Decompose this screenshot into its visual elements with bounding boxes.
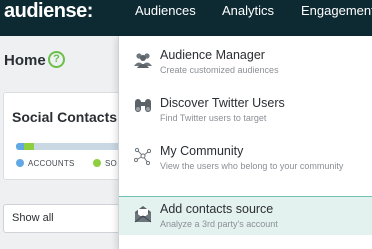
menu-item-title: Add contacts source bbox=[160, 202, 274, 216]
envelope-icon bbox=[134, 206, 152, 223]
nav-audiences[interactable]: Audiences bbox=[135, 0, 196, 22]
nav-analytics[interactable]: Analytics bbox=[222, 0, 274, 22]
menu-item-discover-twitter-users[interactable]: Discover Twitter Users Find Twitter user… bbox=[119, 92, 372, 136]
menu-item-add-contacts-source[interactable]: Add contacts source Analyze a 3rd party'… bbox=[119, 196, 372, 235]
accounts-bar-segment bbox=[16, 143, 25, 150]
menu-item-my-community[interactable]: My Community View the users who belong t… bbox=[119, 140, 372, 194]
social-legend-label: SO bbox=[105, 159, 117, 168]
top-navigation: audiense: Audiences Analytics Engagement bbox=[0, 0, 372, 36]
card-title: Social Contacts bbox=[12, 109, 118, 125]
audiences-dropdown-menu: Audience Manager Create customized audie… bbox=[118, 36, 372, 249]
network-icon bbox=[133, 147, 152, 166]
social-legend-dot bbox=[93, 159, 101, 167]
menu-item-title: My Community bbox=[160, 144, 244, 158]
social-bar-segment bbox=[24, 143, 34, 150]
help-icon[interactable]: ? bbox=[48, 51, 65, 68]
menu-item-title: Discover Twitter Users bbox=[160, 96, 285, 110]
menu-item-desc: Create customized audiences bbox=[160, 65, 279, 75]
audiense-logo[interactable]: audiense: bbox=[4, 0, 93, 22]
page-title: Home bbox=[4, 52, 46, 69]
logo-dot: : bbox=[86, 0, 94, 22]
menu-item-audience-manager[interactable]: Audience Manager Create customized audie… bbox=[119, 44, 372, 88]
menu-item-desc: Analyze a 3rd party's account bbox=[160, 219, 278, 229]
menu-item-desc: Find Twitter users to target bbox=[160, 113, 267, 123]
menu-item-title: Audience Manager bbox=[160, 48, 265, 62]
show-filter-select[interactable]: Show all bbox=[3, 204, 133, 233]
accounts-legend-label: ACCOUNTS bbox=[28, 159, 75, 168]
social-contacts-card: Social Contacts ACCOUNTS SO bbox=[3, 92, 134, 180]
menu-item-desc: View the users who belong to your commun… bbox=[160, 161, 344, 171]
people-icon bbox=[134, 53, 152, 68]
logo-text: audiense bbox=[4, 0, 87, 22]
nav-engagement[interactable]: Engagement bbox=[301, 0, 372, 22]
contacts-bar bbox=[16, 143, 134, 150]
binoculars-icon bbox=[135, 99, 151, 112]
accounts-legend-dot bbox=[16, 159, 24, 167]
